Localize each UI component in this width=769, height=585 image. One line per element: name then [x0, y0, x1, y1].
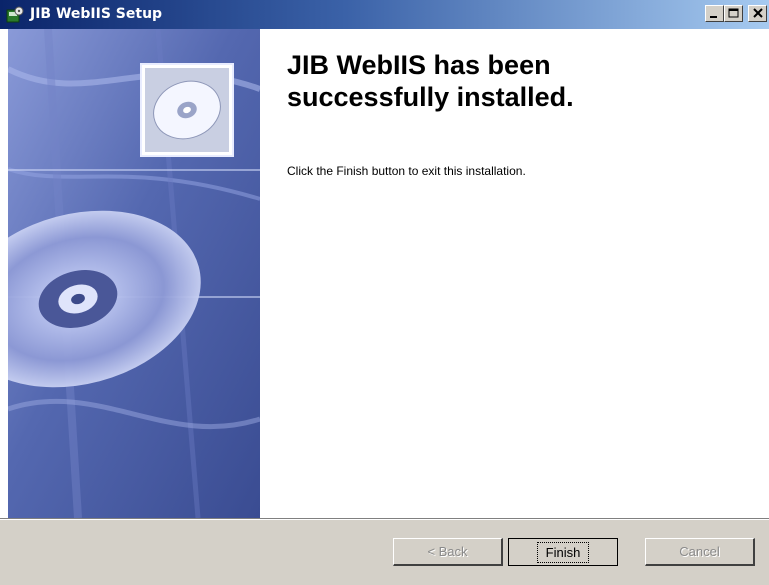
setup-window: JIB WebIIS Setup JIB WebIIS has been suc…	[0, 0, 769, 585]
minimize-icon[interactable]	[705, 5, 724, 22]
cancel-button[interactable]: Cancel	[645, 538, 755, 566]
setup-app-icon	[6, 6, 24, 24]
back-button[interactable]: < Back	[393, 538, 503, 566]
cancel-button-label: Cancel	[679, 544, 720, 559]
back-button-label: < Back	[427, 544, 468, 559]
instruction-text: Click the Finish button to exit this ins…	[287, 164, 526, 178]
button-separator	[0, 518, 769, 520]
page-title: JIB WebIIS has been successfully install…	[287, 50, 574, 112]
content-area: JIB WebIIS has been successfully install…	[0, 29, 769, 518]
title-bar[interactable]: JIB WebIIS Setup	[0, 0, 769, 29]
finish-button[interactable]: Finish	[508, 538, 618, 566]
window-title: JIB WebIIS Setup	[30, 6, 163, 22]
close-icon[interactable]	[748, 5, 767, 22]
finish-button-label: Finish	[536, 541, 590, 563]
cd-disc-banner	[8, 29, 260, 518]
maximize-icon[interactable]	[724, 5, 743, 22]
